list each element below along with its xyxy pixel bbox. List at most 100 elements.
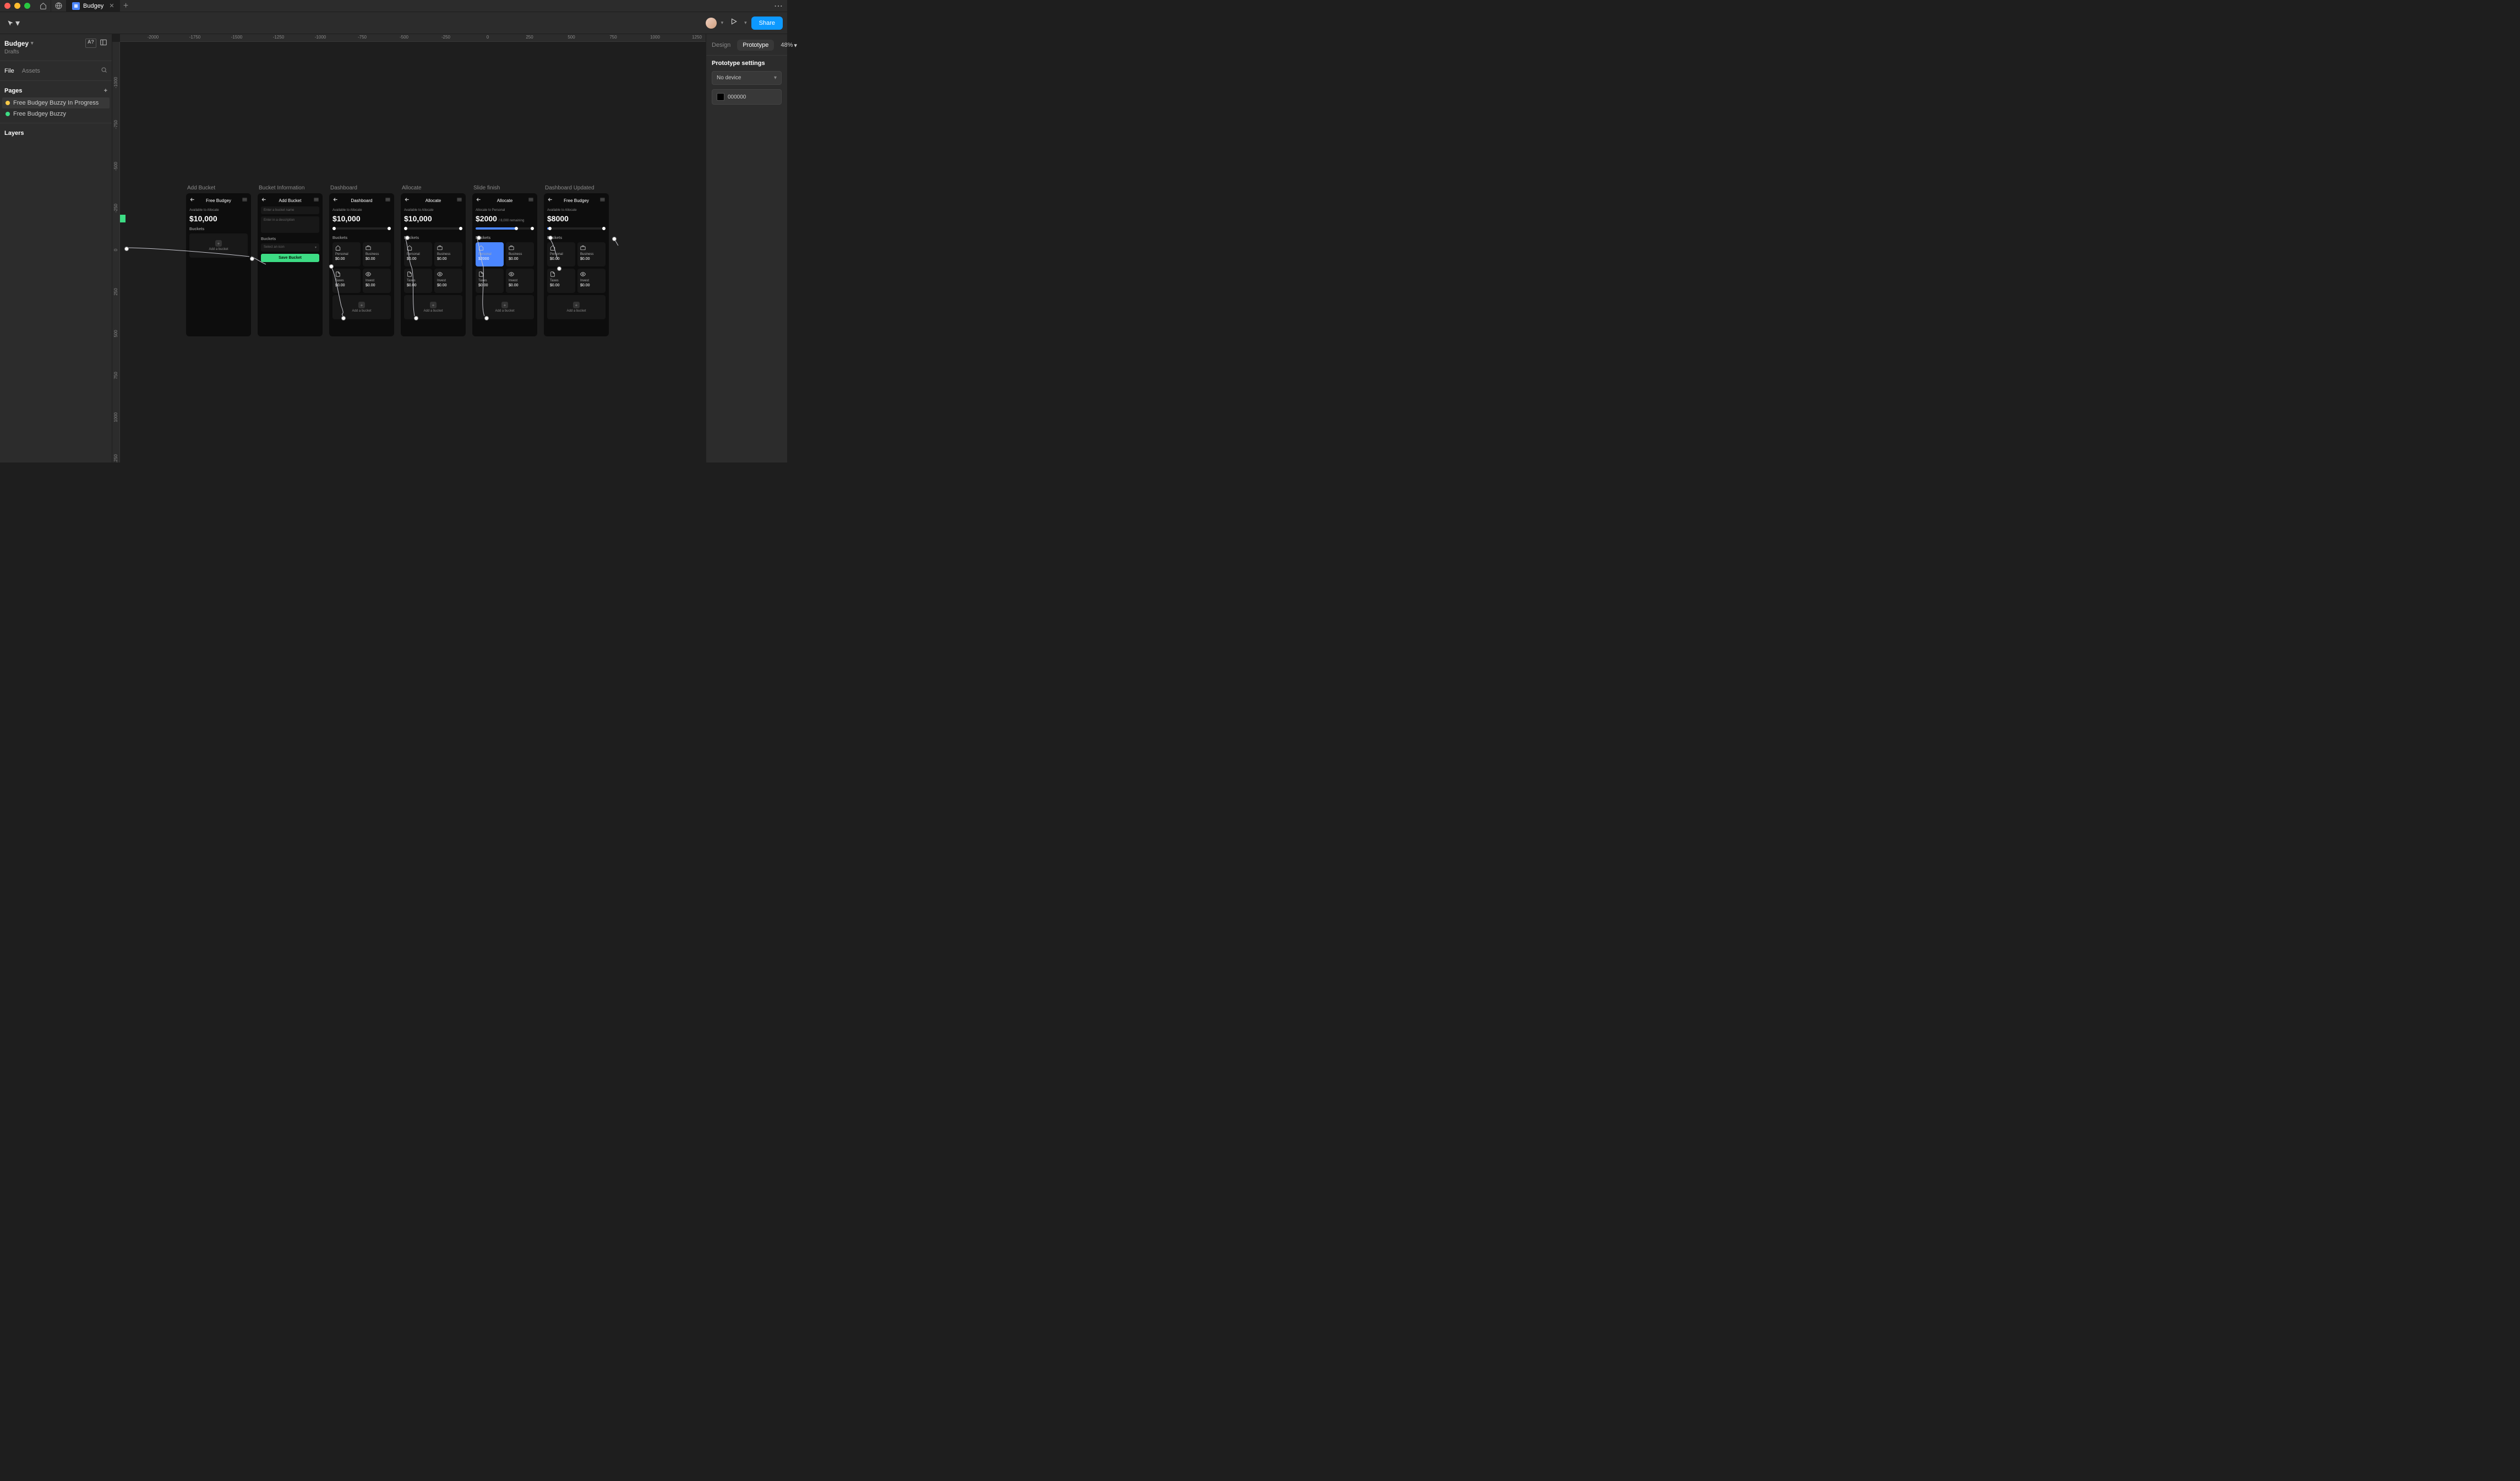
frame-label[interactable]: Slide finish [472,185,537,191]
user-avatar[interactable] [706,18,717,29]
plus-icon: + [358,302,365,308]
page-item[interactable]: Free Budgey Buzzy In Progress [2,97,110,108]
globe-button[interactable] [51,0,67,12]
left-panel-tabs: File Assets [0,64,112,77]
plus-icon: + [215,240,222,247]
buckets-label: Buckets [332,236,391,240]
ruler-tick: -1000 [113,77,118,88]
bucket-card-name: Taxes [550,279,572,282]
ruler-tick: -750 [113,120,118,129]
frame-label[interactable]: Dashboard Updated [544,185,609,191]
connector-node[interactable] [124,247,129,251]
ruler-tick: -1250 [273,35,284,40]
connector-node[interactable] [329,264,334,269]
connector-node[interactable] [250,257,254,261]
canvas[interactable]: -2000-1750-1500-1250-1000-750-500-250025… [112,34,706,462]
assets-tab[interactable]: Assets [22,68,40,74]
ruler-tick: -750 [358,35,367,40]
zoom-value: 48% [781,42,793,48]
traffic-lights [4,3,30,9]
page-name: Free Budgey Buzzy In Progress [13,100,99,106]
bucket-card-name: Business [580,253,603,256]
add-bucket-card: + Add a bucket [404,295,462,319]
frame-header-title: Add Bucket [279,198,302,203]
main-toolbar: ▾ ▾ ▾ Share [0,12,787,34]
bucket-card: Taxes $0.00 [404,269,432,293]
add-bucket-text: Add a bucket [495,309,514,313]
window-close-button[interactable] [4,3,10,9]
page-item[interactable]: Free Budgey Buzzy [0,108,112,119]
connector-node[interactable] [548,236,553,240]
buckets-label: Buckets [404,236,462,240]
window-maximize-button[interactable] [24,3,30,9]
annotations-toggle-button[interactable]: A? [85,39,96,48]
frame[interactable]: Dashboard Available to Allocate $10,000 … [329,193,394,336]
search-button[interactable] [101,67,107,75]
new-tab-button[interactable]: + [120,1,132,11]
titlebar-menu-button[interactable]: ⋯ [774,1,783,12]
bucket-card-name: Business [437,253,460,256]
ruler-tick: -1750 [189,35,200,40]
window-minimize-button[interactable] [14,3,20,9]
device-select[interactable]: No device ▾ [712,71,782,85]
connector-node[interactable] [477,236,481,240]
amount-value: $10,000 [332,214,361,223]
chevron-down-icon[interactable]: ▾ [31,40,34,46]
frame-label[interactable]: Dashboard [329,185,394,191]
add-page-button[interactable]: + [104,88,107,94]
zoom-control[interactable]: 48% ▾ [781,42,797,49]
bucket-card-name: Personal [550,253,572,256]
chevron-down-icon[interactable]: ▾ [744,20,747,26]
pages-section-header: Pages + [0,84,112,97]
chevron-down-icon[interactable]: ▾ [721,20,724,26]
eye-icon [580,271,603,278]
frame[interactable]: Allocate Available to Allocate $10,000 B… [401,193,466,336]
canvas-viewport[interactable]: Add Bucket Free Budgey Available to Allo… [120,42,706,462]
frame[interactable]: Free Budgey Available to Allocate $10,00… [186,193,251,336]
connector-node[interactable] [341,316,346,320]
design-tab[interactable]: Design [712,40,730,51]
bucket-card-name: Invest [437,279,460,282]
frame-label[interactable]: Bucket Information [258,185,323,191]
frame[interactable]: Allocate Allocate to Personal $2000 / 8,… [472,193,537,336]
vertical-ruler: -1000-750-500-250025050075010001250 [112,42,120,462]
bucket-card: Invest $0.00 [506,269,534,293]
pages-label: Pages [4,88,22,94]
add-bucket-text: Add a bucket [423,309,443,313]
frame[interactable]: Free Budgey Available to Allocate $8000 … [544,193,609,336]
buckets-label: Buckets [476,236,534,240]
panels-toggle-button[interactable] [100,39,107,48]
share-button[interactable]: Share [751,17,783,30]
project-location[interactable]: Drafts [4,49,107,55]
document-tab[interactable]: ▦ Budgey ✕ [67,0,120,12]
connector-node[interactable] [484,316,489,320]
home-button[interactable] [36,0,51,12]
bucket-grid: Personal $0.00 Business $0.00 Taxes $0.0… [547,242,606,293]
frame-label[interactable]: Add Bucket [186,185,251,191]
chevron-down-icon: ▾ [15,18,20,29]
ruler-tick: -250 [113,204,118,213]
bucket-card: Business $0.00 [506,242,534,266]
connector-node[interactable] [414,316,418,320]
bucket-card-name: Business [366,253,388,256]
frame-wrapper: Bucket Information Add Bucket Enter a bu… [258,185,323,336]
bucket-card-name: Invest [509,279,531,282]
allocate-slider [404,227,462,230]
connector-node[interactable] [557,266,561,271]
connector-node[interactable] [405,236,410,240]
bucket-card: Personal $0.00 [404,242,432,266]
color-swatch [717,93,724,101]
frame[interactable]: Add Bucket Enter a bucket name Enter in … [258,193,323,336]
project-name[interactable]: Budgey [4,40,29,47]
ruler-tick: 500 [113,330,118,337]
move-tool[interactable]: ▾ [4,15,22,31]
connector-node[interactable] [612,237,617,241]
prototype-tab[interactable]: Prototype [737,40,774,51]
close-tab-button[interactable]: ✕ [109,2,114,9]
file-tab[interactable]: File [4,68,14,74]
doc-icon [407,271,429,278]
present-button[interactable] [728,15,740,30]
background-color-field[interactable]: 000000 [712,89,782,105]
bucket-card-value: $2000 [478,257,501,261]
frame-label[interactable]: Allocate [401,185,466,191]
